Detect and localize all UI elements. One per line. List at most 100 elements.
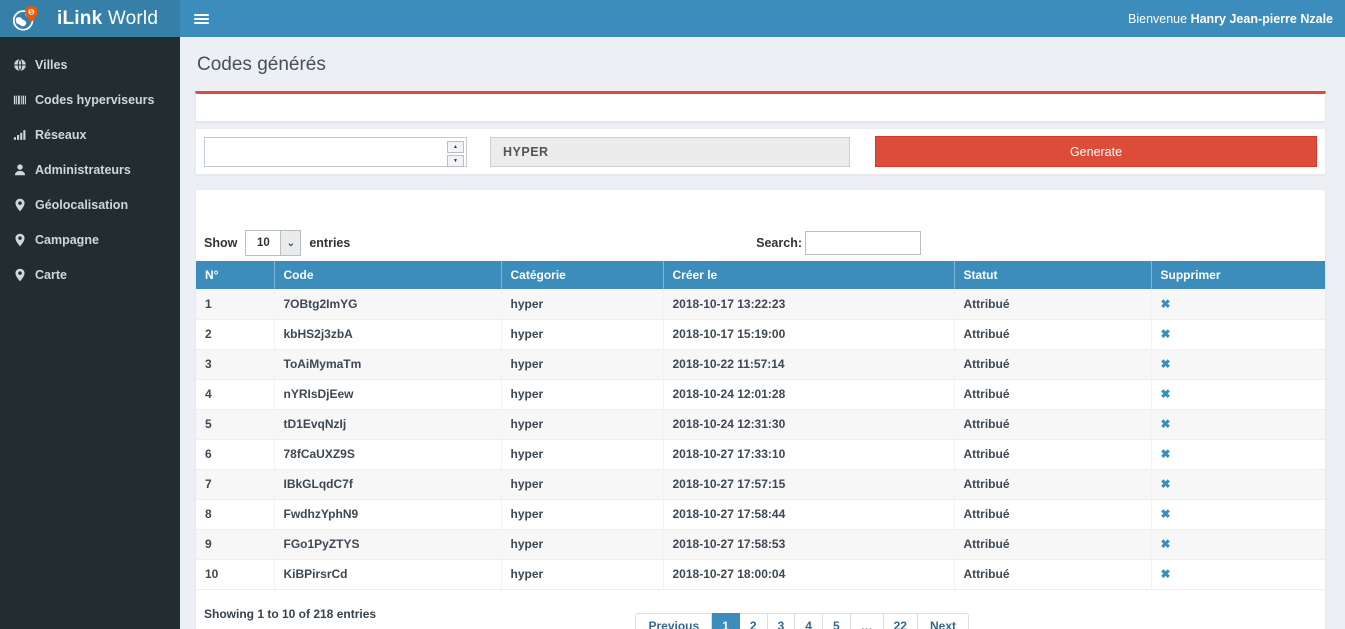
pagination-button-next[interactable]: Next: [918, 613, 969, 629]
page-title: Codes générés: [197, 54, 1326, 76]
sidebar-item-reseaux[interactable]: Réseaux: [0, 117, 180, 152]
cell-delete: ✖: [1151, 349, 1325, 379]
cell-category: hyper: [501, 559, 663, 589]
cell-code: ToAiMymaTm: [274, 349, 501, 379]
pagination-button-previous[interactable]: Previous: [635, 613, 712, 629]
pagination-button-3[interactable]: 3: [768, 613, 796, 629]
cell-delete: ✖: [1151, 289, 1325, 319]
cell-code: 7OBtg2ImYG: [274, 289, 501, 319]
page-length-select[interactable]: 10 ⌄: [245, 230, 301, 256]
table-row: 3ToAiMymaTmhyper2018-10-22 11:57:14Attri…: [196, 349, 1325, 379]
column-header[interactable]: Statut: [954, 261, 1151, 289]
delete-x-icon[interactable]: ✖: [1161, 327, 1171, 341]
cell-created: 2018-10-24 12:31:30: [663, 409, 954, 439]
cell-category: hyper: [501, 499, 663, 529]
cell-delete: ✖: [1151, 379, 1325, 409]
cell-created: 2018-10-27 17:57:15: [663, 469, 954, 499]
welcome-message: Bienvenue Hanry Jean-pierre Nzale: [1128, 12, 1333, 26]
cell-category: hyper: [501, 349, 663, 379]
cell-code: KiBPirsrCd: [274, 559, 501, 589]
table-row: 17OBtg2ImYGhyper2018-10-17 13:22:23Attri…: [196, 289, 1325, 319]
cell-num: 1: [196, 289, 274, 319]
pagination-button-4[interactable]: 4: [795, 613, 823, 629]
sidebar-item-geolocalisation[interactable]: Géolocalisation: [0, 187, 180, 222]
delete-x-icon[interactable]: ✖: [1161, 507, 1171, 521]
generate-button[interactable]: Generate: [875, 136, 1317, 167]
table-header-row: N°CodeCatégorieCréer leStatutSupprimer: [196, 261, 1325, 289]
sidebar-toggle-button[interactable]: [194, 12, 209, 26]
cell-num: 2: [196, 319, 274, 349]
cell-created: 2018-10-22 11:57:14: [663, 349, 954, 379]
cell-delete: ✖: [1151, 559, 1325, 589]
signal-bars-icon: [13, 128, 35, 142]
delete-x-icon[interactable]: ✖: [1161, 477, 1171, 491]
pagination-button-2[interactable]: 2: [740, 613, 768, 629]
cell-num: 9: [196, 529, 274, 559]
cell-code: IBkGLqdC7f: [274, 469, 501, 499]
cell-code: FGo1PyZTYS: [274, 529, 501, 559]
pagination-button-5[interactable]: 5: [823, 613, 851, 629]
sidebar-item-campagne[interactable]: Campagne: [0, 222, 180, 257]
app-logo[interactable]: $ iLink World: [0, 0, 180, 37]
cell-delete: ✖: [1151, 529, 1325, 559]
table-row: 5tD1EvqNzIjhyper2018-10-24 12:31:30Attri…: [196, 409, 1325, 439]
codes-table: N°CodeCatégorieCréer leStatutSupprimer 1…: [196, 261, 1325, 590]
stepper-down-icon[interactable]: ▼: [447, 155, 464, 167]
sidebar-item-label: Codes hyperviseurs: [35, 93, 155, 107]
cell-num: 4: [196, 379, 274, 409]
codes-table-panel: Show 10 ⌄ entries Search: N°CodeCatégori…: [195, 189, 1326, 629]
cell-code: tD1EvqNzIj: [274, 409, 501, 439]
cell-code: kbHS2j3zbA: [274, 319, 501, 349]
top-bar: $ iLink World Bienvenue Hanry Jean-pierr…: [0, 0, 1345, 37]
pagination-button-22[interactable]: 22: [884, 613, 918, 629]
cell-created: 2018-10-17 15:19:00: [663, 319, 954, 349]
map-marker-icon: [13, 268, 35, 282]
delete-x-icon[interactable]: ✖: [1161, 567, 1171, 581]
sidebar-item-administrateurs[interactable]: Administrateurs: [0, 152, 180, 187]
quantity-input[interactable]: ▲ ▼: [204, 137, 467, 167]
stepper-up-icon[interactable]: ▲: [447, 141, 464, 153]
delete-x-icon[interactable]: ✖: [1161, 417, 1171, 431]
cell-created: 2018-10-27 18:00:04: [663, 559, 954, 589]
sidebar-item-label: Carte: [35, 268, 67, 282]
delete-x-icon[interactable]: ✖: [1161, 297, 1171, 311]
globe-icon: [13, 58, 35, 72]
cell-delete: ✖: [1151, 469, 1325, 499]
cell-created: 2018-10-27 17:33:10: [663, 439, 954, 469]
table-row: 4nYRIsDjEewhyper2018-10-24 12:01:28Attri…: [196, 379, 1325, 409]
brand-name: iLink World: [57, 8, 158, 30]
delete-x-icon[interactable]: ✖: [1161, 537, 1171, 551]
sidebar-item-carte[interactable]: Carte: [0, 257, 180, 292]
table-row: 7IBkGLqdC7fhyper2018-10-27 17:57:15Attri…: [196, 469, 1325, 499]
cell-status: Attribué: [954, 289, 1151, 319]
cell-num: 8: [196, 499, 274, 529]
delete-x-icon[interactable]: ✖: [1161, 387, 1171, 401]
column-header[interactable]: Code: [274, 261, 501, 289]
delete-x-icon[interactable]: ✖: [1161, 357, 1171, 371]
entries-label: entries: [309, 236, 350, 250]
column-header[interactable]: N°: [196, 261, 274, 289]
table-row: 2kbHS2j3zbAhyper2018-10-17 15:19:00Attri…: [196, 319, 1325, 349]
map-marker-icon: [13, 198, 35, 212]
table-footer: Showing 1 to 10 of 218 entries Previous1…: [196, 590, 1325, 629]
search-input[interactable]: [805, 231, 921, 255]
sidebar-item-label: Villes: [35, 58, 67, 72]
table-row: 8FwdhzYphN9hyper2018-10-27 17:58:44Attri…: [196, 499, 1325, 529]
svg-text:$: $: [30, 9, 34, 16]
cell-code: 78fCaUXZ9S: [274, 439, 501, 469]
cell-delete: ✖: [1151, 439, 1325, 469]
navbar: Bienvenue Hanry Jean-pierre Nzale: [180, 0, 1345, 37]
column-header[interactable]: Catégorie: [501, 261, 663, 289]
sidebar-item-label: Géolocalisation: [35, 198, 128, 212]
delete-x-icon[interactable]: ✖: [1161, 447, 1171, 461]
pagination-button-1[interactable]: 1: [712, 613, 740, 629]
chevron-down-icon: ⌄: [280, 231, 300, 255]
category-input: [490, 137, 850, 167]
cell-status: Attribué: [954, 559, 1151, 589]
sidebar-item-label: Administrateurs: [35, 163, 131, 177]
cell-category: hyper: [501, 439, 663, 469]
sidebar-item-codes-hyperviseurs[interactable]: Codes hyperviseurs: [0, 82, 180, 117]
column-header[interactable]: Supprimer: [1151, 261, 1325, 289]
sidebar-item-villes[interactable]: Villes: [0, 47, 180, 82]
column-header[interactable]: Créer le: [663, 261, 954, 289]
